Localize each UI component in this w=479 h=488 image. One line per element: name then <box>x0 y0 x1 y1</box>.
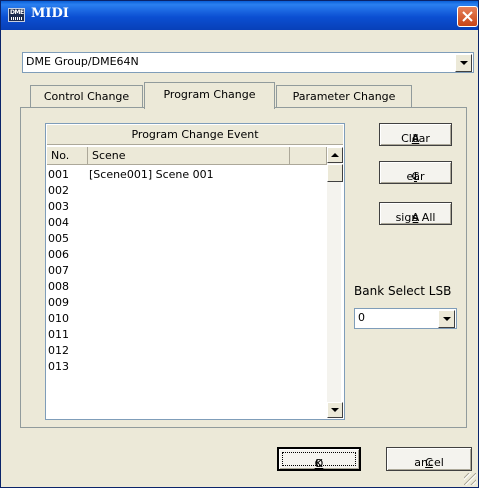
program-change-event-list[interactable]: Program Change Event No. Scene 001 [Scene… <box>45 123 345 420</box>
column-header-blank[interactable] <box>290 147 327 165</box>
scroll-thumb[interactable] <box>327 164 343 182</box>
ok-button[interactable]: OK <box>277 447 361 471</box>
device-dropdown[interactable]: DME Group/DME64N <box>22 52 474 73</box>
scroll-up-button[interactable] <box>327 147 343 163</box>
midi-dialog: DME MIDI DME Group/DME64N Control Change… <box>0 0 479 488</box>
arrow-up-icon <box>331 153 339 157</box>
clear-button[interactable]: Cl ear <box>379 161 452 184</box>
scroll-down-button[interactable] <box>327 402 343 418</box>
table-row[interactable]: 005 <box>47 231 327 247</box>
table-row[interactable]: 006 <box>47 247 327 263</box>
column-header-no[interactable]: No. <box>47 147 88 165</box>
event-rows: 001 [Scene001] Scene 001 002 003 004 005 … <box>47 167 327 375</box>
bank-select-dropdown[interactable]: 0 <box>354 308 457 329</box>
assign-all-button[interactable]: As sign All <box>379 202 452 225</box>
tab-label: Control Change <box>43 90 130 103</box>
table-row[interactable]: 013 <box>47 359 327 375</box>
close-button[interactable] <box>457 6 478 27</box>
tab-program-change[interactable]: Program Change <box>144 82 275 109</box>
window-title: MIDI <box>31 6 69 21</box>
tab-control-change[interactable]: Control Change <box>30 85 143 107</box>
cancel-button[interactable]: Cancel <box>386 447 472 471</box>
device-dropdown-button[interactable] <box>455 54 472 72</box>
column-header-scene[interactable]: Scene <box>88 147 290 165</box>
list-title: Program Change Event <box>47 125 343 145</box>
table-row[interactable]: 007 <box>47 263 327 279</box>
table-row[interactable]: 010 <box>47 311 327 327</box>
tab-label: Program Change <box>163 88 256 101</box>
tab-label: Parameter Change <box>292 90 396 103</box>
title-bar[interactable]: DME MIDI <box>1 1 478 30</box>
bank-select-dropdown-button[interactable] <box>438 310 455 328</box>
resize-grip[interactable] <box>464 473 476 485</box>
table-row[interactable]: 009 <box>47 295 327 311</box>
dme-app-icon: DME <box>8 8 25 22</box>
table-row[interactable]: 001 [Scene001] Scene 001 <box>47 167 327 183</box>
close-icon <box>462 11 473 22</box>
arrow-down-icon <box>331 408 339 412</box>
bank-select-value: 0 <box>358 311 365 324</box>
app-icon-label: DME <box>10 9 24 16</box>
chevron-down-icon <box>460 61 468 65</box>
table-row[interactable]: 004 <box>47 215 327 231</box>
list-scrollbar[interactable] <box>327 147 343 418</box>
clear-all-button[interactable]: Clear All <box>379 123 452 146</box>
table-row[interactable]: 002 <box>47 183 327 199</box>
bank-select-label: Bank Select LSB <box>354 284 452 298</box>
table-row[interactable]: 008 <box>47 279 327 295</box>
chevron-down-icon <box>443 317 451 321</box>
table-row[interactable]: 012 <box>47 343 327 359</box>
table-row[interactable]: 003 <box>47 199 327 215</box>
tab-parameter-change[interactable]: Parameter Change <box>276 85 412 107</box>
device-dropdown-value: DME Group/DME64N <box>26 55 139 68</box>
table-row[interactable]: 011 <box>47 327 327 343</box>
